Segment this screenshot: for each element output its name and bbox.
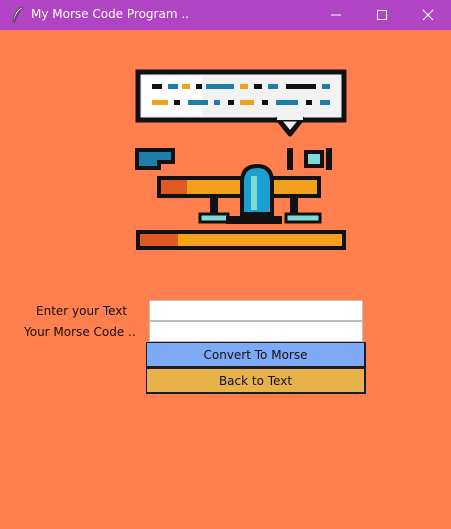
morse-input[interactable] [149,321,363,342]
telegraph-morse-key-icon [135,69,347,250]
feather-icon [11,6,25,24]
window-title: My Morse Code Program .. [31,7,189,21]
minimize-button[interactable] [313,0,359,30]
morse-label: Your Morse Code .. [24,325,136,339]
close-button[interactable] [405,0,451,30]
minimize-icon [331,14,341,16]
text-input[interactable] [149,300,363,321]
back-to-text-button[interactable]: Back to Text [146,368,366,394]
maximize-button[interactable] [359,0,405,30]
close-icon [422,9,434,21]
text-label: Enter your Text [36,304,128,318]
title-bar[interactable]: My Morse Code Program .. [0,0,451,30]
maximize-icon [377,10,387,20]
convert-to-morse-button[interactable]: Convert To Morse [146,342,366,368]
